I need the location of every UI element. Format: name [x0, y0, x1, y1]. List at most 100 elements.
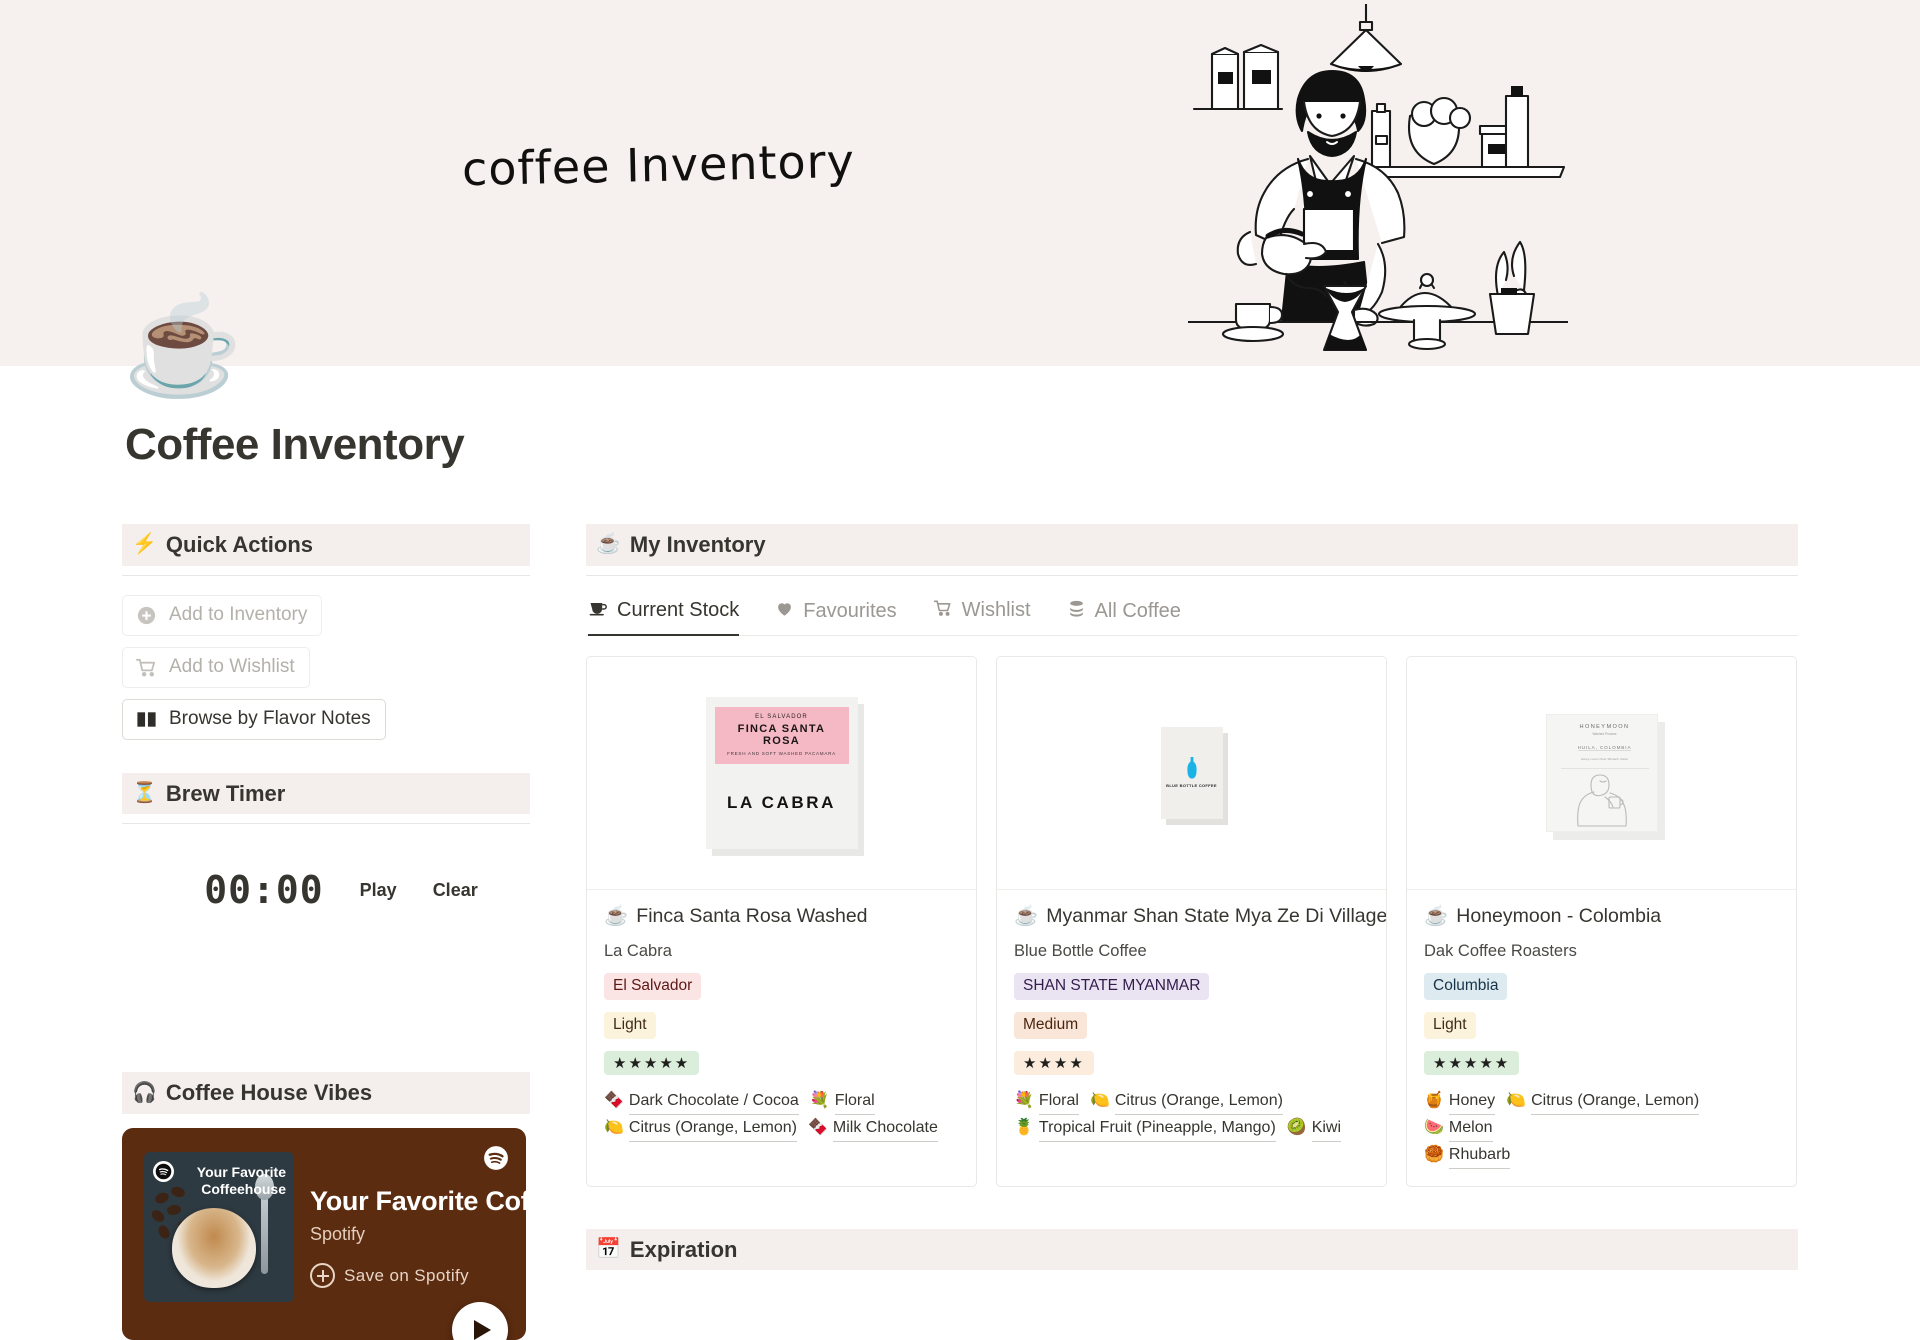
coffee-house-vibes-heading-label: Coffee House Vibes — [165, 1080, 373, 1106]
page-icon: ☕ — [123, 293, 243, 400]
roast-badge: Light — [604, 1011, 656, 1039]
origin-badge: SHAN STATE MYANMAR — [1014, 973, 1210, 1000]
rating-badge: ★★★★ — [1014, 1050, 1094, 1075]
card-roaster: Blue Bottle Coffee — [1014, 942, 1147, 961]
brew-timer-heading-label: Brew Timer — [165, 780, 286, 806]
flavor-note[interactable]: 🥮 Rhubarb — [1424, 1142, 1511, 1169]
save-on-spotify-button[interactable]: Save on Spotify — [310, 1263, 526, 1289]
card-roaster: Dak Coffee Roasters — [1424, 942, 1577, 961]
note-emoji: 💐 — [809, 1091, 830, 1109]
note-label: Rhubarb — [1448, 1142, 1511, 1169]
flavor-note[interactable]: 🍋 Citrus (Orange, Lemon) — [1506, 1088, 1700, 1115]
card-roaster: La Cabra — [604, 942, 672, 961]
note-emoji: 🍯 — [1424, 1091, 1444, 1109]
note-label: Milk Chocolate — [832, 1115, 938, 1142]
brew-timer-heading: ⏳ Brew Timer — [122, 772, 530, 815]
save-on-spotify-label: Save on Spotify — [344, 1265, 470, 1285]
flavor-note[interactable]: 🍉 Melon — [1424, 1115, 1493, 1142]
flavor-note[interactable]: 🍋 Citrus (Orange, Lemon) — [604, 1115, 797, 1142]
origin-badge: Columbia — [1424, 973, 1508, 1000]
quick-actions-heading: ⚡ Quick Actions — [122, 524, 530, 566]
tab-label: Favourites — [803, 599, 897, 622]
box-process-text: Washed Process — [1592, 732, 1617, 737]
la-cabra-bag-art: EL SALVADOR FINCA SANTA ROSA FRESH AND S… — [705, 696, 858, 849]
tab-wishlist[interactable]: Wishlist — [933, 598, 1031, 635]
divider — [122, 574, 530, 576]
flavor-notes: 🍯 Honey 🍋 Citrus (Orange, Lemon) 🍉 Melon 🥮 Rhub… — [1424, 1088, 1779, 1169]
browse-by-flavor-notes-button[interactable]: Browse by Flavor Notes — [122, 698, 386, 740]
flavor-note[interactable]: 🍫 Dark Chocolate / Cocoa — [604, 1088, 799, 1115]
tab-favourites[interactable]: Favourites — [775, 599, 897, 635]
playlist-title: Your Favorite Coffeehouse — [310, 1186, 526, 1217]
note-label: Citrus (Orange, Lemon) — [1531, 1088, 1700, 1115]
flavor-note[interactable]: 🥝 Kiwi — [1286, 1115, 1342, 1142]
spoon-decor — [255, 1174, 274, 1275]
note-emoji: 🍋 — [604, 1118, 624, 1136]
hourglass-icon: ⏳ — [132, 782, 157, 805]
flavor-notes: 🍫 Dark Chocolate / Cocoa 💐 Floral 🍋 Citrus (O… — [604, 1088, 959, 1142]
flavor-note[interactable]: 🍋 Citrus (Orange, Lemon) — [1090, 1088, 1283, 1115]
timer-clear-button[interactable]: Clear — [433, 880, 478, 901]
brew-timer-widget: 00:00 Play Clear — [122, 868, 530, 912]
flavor-note[interactable]: 🍍 Tropical Fruit (Pineapple, Mango) — [1014, 1115, 1276, 1142]
shopping-cart-icon — [933, 598, 953, 624]
note-emoji: 🥮 — [1424, 1145, 1444, 1163]
note-emoji: 🍫 — [807, 1118, 828, 1136]
tab-label: All Coffee — [1094, 599, 1181, 622]
add-to-wishlist-label: Add to Wishlist — [169, 656, 295, 678]
calendar-icon: 📅 — [596, 1237, 621, 1260]
plus-circle-icon — [310, 1263, 335, 1289]
add-to-inventory-button[interactable]: Add to Inventory — [122, 594, 323, 636]
blue-bottle-bag-art: BLUE BOTTLE COFFEE — [1160, 726, 1223, 819]
add-to-wishlist-button[interactable]: Add to Wishlist — [122, 646, 310, 688]
coffee-cup-icon: ☕ — [1424, 904, 1449, 927]
honeymoon-box-art: HONEYMOON Washed Process HUILA, COLOMBIA… — [1545, 713, 1658, 832]
card-title: ☕ Honeymoon - Colombia — [1424, 904, 1779, 929]
flavor-note[interactable]: 💐 Floral — [810, 1088, 875, 1115]
flavor-note[interactable]: 🍫 Milk Chocolate — [808, 1115, 938, 1142]
note-label: Kiwi — [1311, 1115, 1342, 1142]
blue-bottle-logo-icon — [1185, 756, 1199, 784]
spotify-player-embed[interactable]: Your Favorite Coffeehouse Your Favorite … — [122, 1128, 526, 1340]
play-button[interactable] — [452, 1302, 508, 1340]
database-icon — [1067, 599, 1086, 624]
quick-actions-heading-label: Quick Actions — [165, 532, 314, 557]
product-image: BLUE BOTTLE COFFEE — [997, 656, 1386, 890]
coffee-card[interactable]: HONEYMOON Washed Process HUILA, COLOMBIA… — [1406, 655, 1797, 1187]
lightning-icon: ⚡ — [132, 533, 157, 556]
product-image: EL SALVADOR FINCA SANTA ROSA FRESH AND S… — [587, 656, 976, 890]
card-title-text: Finca Santa Rosa Washed — [636, 904, 868, 927]
coffee-card[interactable]: BLUE BOTTLE COFFEE ☕ Myanmar Shan State … — [996, 655, 1387, 1187]
timer-play-button[interactable]: Play — [360, 880, 397, 901]
box-label: HONEYMOON Washed Process HUILA, COLOMBIA… — [1560, 724, 1649, 769]
note-emoji: 🍍 — [1014, 1118, 1034, 1136]
note-emoji: 🥝 — [1286, 1118, 1307, 1136]
coffee-card[interactable]: EL SALVADOR FINCA SANTA ROSA FRESH AND S… — [586, 655, 977, 1187]
expiration-heading-label: Expiration — [629, 1236, 738, 1262]
coffee-cup-icon: ☕ — [604, 904, 629, 927]
note-label: Citrus (Orange, Lemon) — [1114, 1088, 1283, 1115]
note-emoji: 🍋 — [1506, 1091, 1527, 1109]
card-body: ☕ Finca Santa Rosa Washed La Cabra El Sa… — [587, 890, 976, 1159]
tab-all-coffee[interactable]: All Coffee — [1067, 599, 1181, 635]
timer-display: 00:00 — [204, 868, 324, 913]
note-label: Dark Chocolate / Cocoa — [628, 1088, 799, 1115]
rating-badge: ★★★★★ — [1424, 1050, 1520, 1075]
coffee-cup-icon: ☕ — [1014, 904, 1039, 927]
tab-label: Wishlist — [961, 599, 1031, 622]
roast-badge: Medium — [1014, 1011, 1088, 1039]
flavor-note[interactable]: 🍯 Honey — [1424, 1088, 1496, 1115]
plus-circle-icon — [135, 604, 158, 627]
right-column: ☕ My Inventory Current Stock Favourites — [586, 524, 1798, 1271]
product-image: HONEYMOON Washed Process HUILA, COLOMBIA… — [1407, 656, 1796, 890]
flavor-note[interactable]: 💐 Floral — [1014, 1088, 1079, 1115]
quick-action-buttons: Add to Inventory Add to Wishlist Browse … — [122, 594, 530, 751]
flavor-notes: 💐 Floral 🍋 Citrus (Orange, Lemon) 🍍 Tropical … — [1014, 1088, 1369, 1142]
expiration-heading: 📅 Expiration — [586, 1228, 1798, 1271]
open-book-icon — [135, 708, 158, 731]
spotify-badge-icon — [153, 1161, 174, 1183]
note-label: Melon — [1448, 1115, 1493, 1142]
coffee-cup-icon: ☕ — [596, 533, 621, 556]
add-to-inventory-label: Add to Inventory — [169, 604, 308, 626]
tab-current-stock[interactable]: Current Stock — [588, 598, 740, 636]
